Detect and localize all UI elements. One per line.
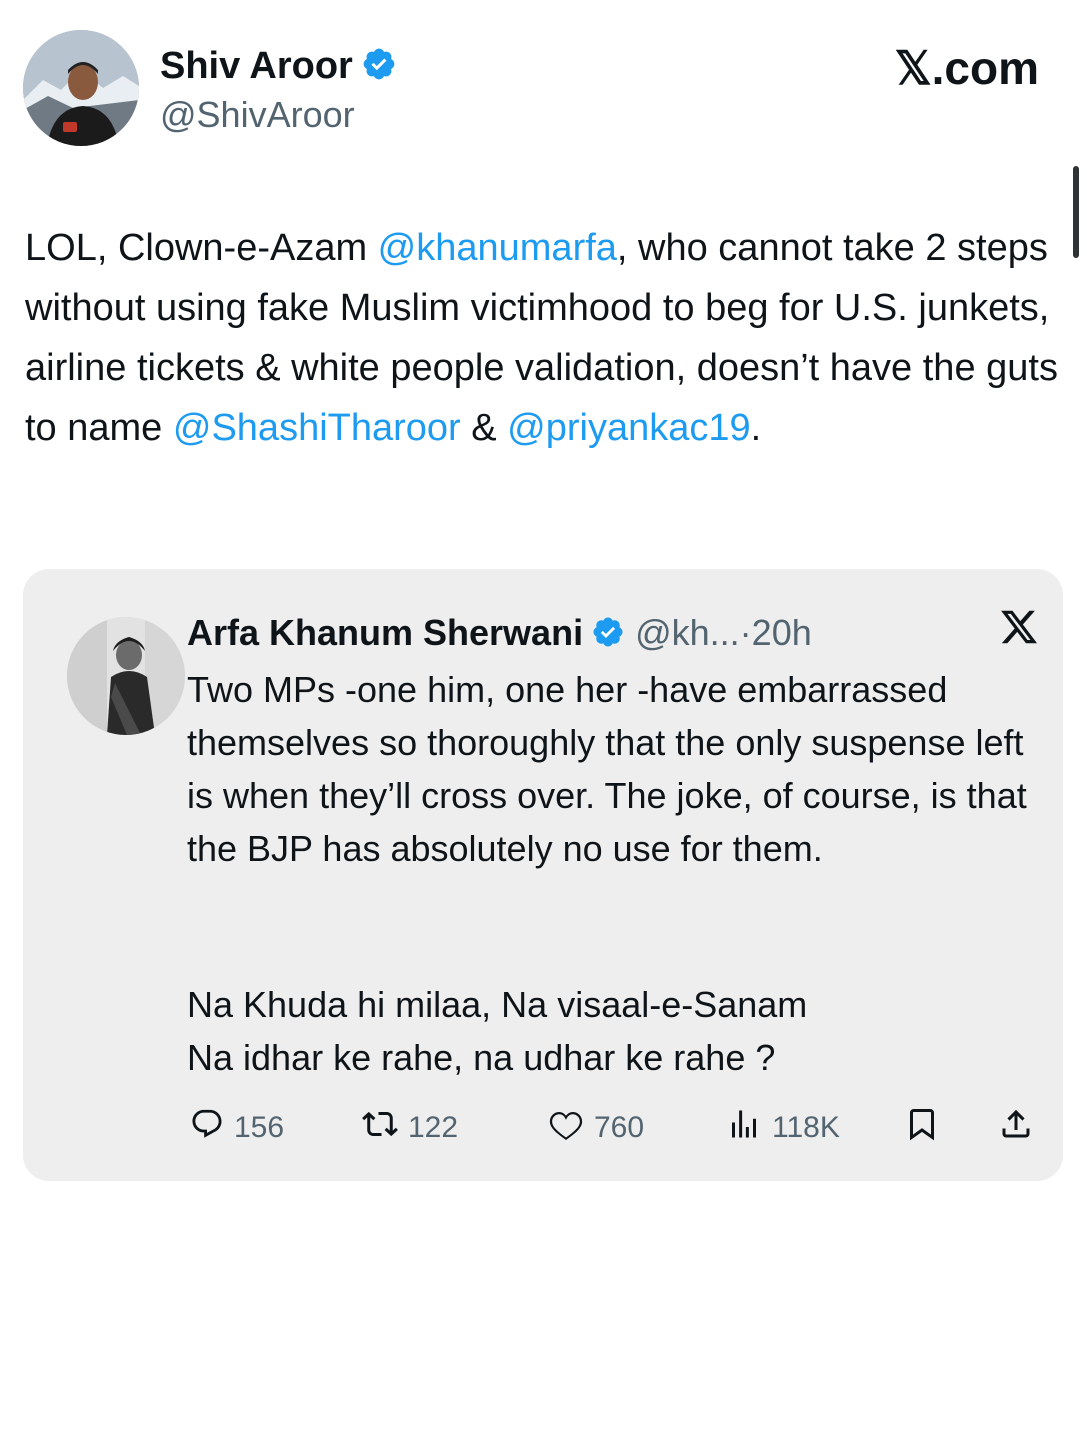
bookmark-button[interactable] bbox=[904, 1106, 950, 1150]
author-avatar[interactable] bbox=[23, 30, 139, 146]
like-count: 760 bbox=[594, 1111, 645, 1144]
quote-author-name[interactable]: Arfa Khanum Sherwani bbox=[187, 612, 583, 653]
mention-link[interactable]: @priyankac19 bbox=[507, 407, 750, 449]
quote-action-bar bbox=[189, 1407, 1049, 1451]
heart-icon bbox=[548, 1106, 594, 1150]
mention-link[interactable]: @ShashiTharoor bbox=[173, 407, 461, 449]
bookmark-icon bbox=[904, 1106, 950, 1150]
tweet-text-1: LOL, Clown-e-Azam bbox=[25, 227, 378, 269]
repost-count: 122 bbox=[408, 1111, 459, 1144]
reply-button[interactable]: 156 bbox=[190, 1106, 284, 1150]
share-icon bbox=[998, 1106, 1044, 1150]
like-button[interactable]: 760 bbox=[548, 1106, 644, 1150]
views-count: 118K bbox=[772, 1111, 840, 1144]
quote-body: Two MPs -one him, one her -have embarras… bbox=[187, 669, 1037, 869]
author-name-text: Shiv Aroor bbox=[160, 45, 353, 87]
repost-icon bbox=[362, 1106, 408, 1150]
action-bar: 156 122 760 118K bbox=[190, 1106, 1050, 1150]
verified-badge-icon bbox=[591, 615, 625, 659]
views-icon bbox=[726, 1106, 772, 1150]
quote-verse: Na Khuda hi milaa, Na visaal-e-Sanam Na … bbox=[187, 984, 808, 1078]
repost-button[interactable]: 122 bbox=[362, 1106, 458, 1150]
quote-author-avatar[interactable] bbox=[67, 617, 185, 735]
x-logo-icon bbox=[999, 607, 1039, 652]
site-logo: 𝕏.com bbox=[894, 42, 1039, 94]
quoted-tweet-card[interactable]: Arfa Khanum Sherwani @kh...·20h Two MPs … bbox=[23, 569, 1063, 1181]
share-button[interactable] bbox=[998, 1106, 1044, 1150]
mention-link[interactable]: @khanumarfa bbox=[378, 227, 617, 269]
author-name[interactable]: Shiv Aroor bbox=[160, 44, 397, 92]
verified-badge-icon bbox=[361, 46, 397, 92]
reply-count: 156 bbox=[234, 1111, 285, 1144]
scrollbar[interactable] bbox=[1073, 166, 1079, 258]
quote-author-handle[interactable]: @kh... bbox=[635, 612, 740, 653]
quote-header: Arfa Khanum Sherwani @kh...·20h bbox=[187, 611, 812, 659]
tweet-text-3: & bbox=[460, 407, 508, 449]
reply-icon bbox=[190, 1107, 234, 1149]
tweet-text-4: . bbox=[750, 407, 762, 449]
views-button[interactable]: 118K bbox=[726, 1106, 840, 1150]
tweet-text: LOL, Clown-e-Azam @khanumarfa, who canno… bbox=[25, 218, 1065, 458]
quote-timestamp[interactable]: 20h bbox=[752, 612, 812, 653]
author-handle[interactable]: @ShivAroor bbox=[160, 93, 355, 137]
meta-separator: · bbox=[739, 612, 752, 653]
